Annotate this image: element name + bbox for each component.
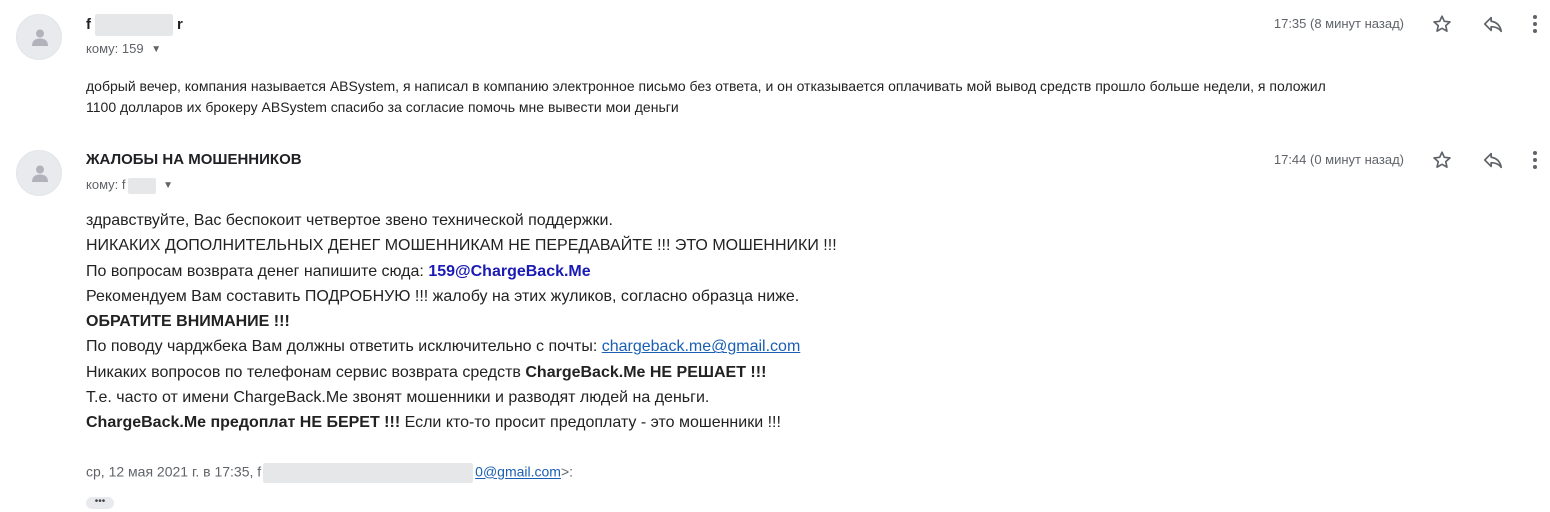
body-line: Рекомендуем Вам составить ПОДРОБНУЮ !!! …	[86, 287, 800, 305]
sender-avatar[interactable]	[16, 14, 62, 60]
recipient-line[interactable]: кому: 159 ▼	[86, 41, 161, 56]
quote-suffix: >:	[560, 463, 574, 480]
body-line: добрый вечер, компания называется ABSyst…	[86, 78, 1326, 94]
message-time: 17:44 (0 минут назад)	[1273, 152, 1404, 167]
recipient-value: f	[121, 177, 126, 192]
sender-name[interactable]: fr	[86, 14, 183, 36]
body-bold: ChargeBack.Me НЕ РЕШАЕТ !!!	[525, 363, 767, 381]
caret-down-icon[interactable]: ▼	[151, 44, 161, 55]
body-line: Никаких вопросов по телефонам сервис воз…	[86, 360, 837, 385]
body-line: По поводу чарджбека Вам должны ответить …	[86, 334, 837, 359]
body-text: Никаких вопросов по телефонам сервис воз…	[86, 363, 526, 381]
recipient-label: кому:	[86, 177, 119, 192]
quote-header: ср, 12 мая 2021 г. в 17:35, f 0@gmail.com…	[86, 463, 573, 483]
more-options-button[interactable]	[1530, 13, 1540, 35]
star-icon	[1433, 151, 1451, 168]
redacted-block	[95, 14, 173, 36]
star-button[interactable]	[1431, 149, 1453, 171]
body-line: НИКАКИХ ДОПОЛНИТЕЛЬНЫХ ДЕНЕГ МОШЕННИКАМ …	[86, 237, 837, 255]
message-body: здравствуйте, Вас беспокоит четвертое зв…	[86, 208, 837, 436]
body-line: 1100 долларов их брокеру ABSystem спасиб…	[86, 99, 679, 115]
sender-final: r	[177, 15, 183, 33]
support-email[interactable]: 159@ChargeBack.Me	[428, 263, 590, 280]
body-bold: ChargeBack.Me предоплат НЕ БЕРЕТ !!!	[86, 414, 401, 432]
more-vert-icon	[1533, 15, 1537, 33]
star-icon	[1433, 15, 1451, 32]
person-icon	[32, 29, 48, 46]
recipient-label: кому:	[86, 41, 119, 56]
message-time: 17:35 (8 минут назад)	[1273, 16, 1404, 31]
sender-initial: f	[86, 15, 91, 33]
body-text: Если кто-то просит предоплату - это моше…	[400, 414, 781, 432]
body-line: здравствуйте, Вас беспокоит четвертое зв…	[86, 212, 613, 229]
reply-icon	[1483, 16, 1503, 33]
body-line: По вопросам возврата денег напишите сюда…	[86, 259, 837, 284]
body-text: По вопросам возврата денег напишите сюда…	[86, 262, 429, 280]
reply-button[interactable]	[1482, 13, 1504, 35]
redacted-block	[263, 463, 474, 483]
body-line: ОБРАТИТЕ ВНИМАНИЕ !!!	[86, 313, 290, 331]
recipient-value: 159	[121, 41, 144, 56]
quote-email-link[interactable]: 0@gmail.com	[475, 464, 561, 480]
caret-down-icon[interactable]: ▼	[163, 180, 173, 191]
more-options-button[interactable]	[1530, 149, 1540, 171]
sender-avatar[interactable]	[16, 150, 62, 196]
body-line: ChargeBack.Me предоплат НЕ БЕРЕТ !!! Есл…	[86, 410, 837, 435]
reply-icon	[1483, 152, 1503, 169]
star-button[interactable]	[1431, 13, 1453, 35]
person-icon	[32, 165, 48, 182]
body-text: По поводу чарджбека Вам должны ответить …	[86, 338, 602, 356]
more-vert-icon	[1533, 151, 1537, 169]
message-body: добрый вечер, компания называется ABSyst…	[86, 76, 1326, 118]
reply-button[interactable]	[1482, 149, 1504, 171]
quote-header-text: ср, 12 мая 2021 г. в 17:35, f	[86, 463, 262, 480]
redacted-block	[127, 177, 156, 194]
recipient-line[interactable]: кому: f ▼	[86, 177, 173, 194]
sender-name[interactable]: ЖАЛОБЫ НА МОШЕННИКОВ	[86, 151, 302, 168]
show-trimmed-content-button[interactable]: •••	[86, 497, 114, 509]
email-link[interactable]: chargeback.me@gmail.com	[602, 338, 801, 355]
body-line: Т.е. часто от имени ChargeBack.Me звонят…	[86, 389, 710, 407]
